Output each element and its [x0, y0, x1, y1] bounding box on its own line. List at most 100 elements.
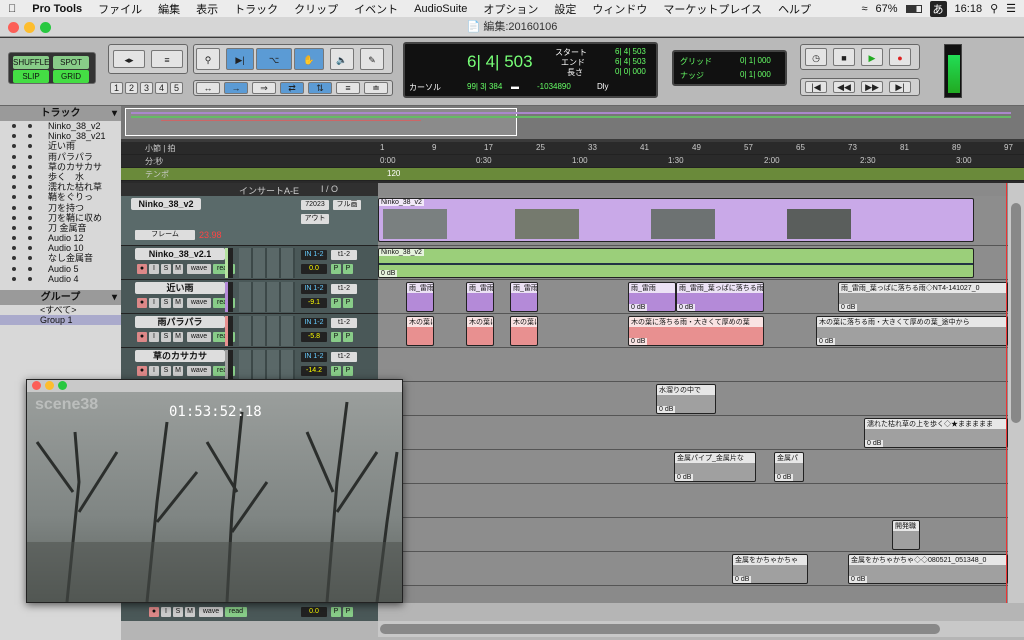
track-show-dot[interactable] [12, 205, 16, 210]
insert-slots[interactable] [239, 248, 295, 278]
zoom-preset-3[interactable]: 3 [140, 82, 153, 94]
fast-forward-icon[interactable]: ▶▶ [861, 81, 883, 93]
menu-audiosuite[interactable]: AudioSuite [406, 3, 475, 15]
zoomer-tool-icon[interactable]: ⚲ [196, 48, 220, 70]
audio-lane-3[interactable]: 木の葉に落ちる雨・大きくて厚めの葉 木の葉に落ちる雨・大きくて厚めの葉 木の葉に… [378, 314, 1008, 348]
track-show-dot[interactable] [12, 185, 16, 190]
horizontal-scroll-thumb[interactable] [380, 624, 940, 634]
track-name[interactable]: 近い雨 [135, 282, 225, 294]
input-select[interactable]: IN 1-2 [301, 352, 327, 362]
rtz-icon[interactable]: |◀ [805, 81, 827, 93]
minimize-video-button[interactable] [45, 381, 54, 390]
audio-clip[interactable]: 金属パ 0 dB [774, 452, 804, 482]
pan-right[interactable]: P [343, 264, 353, 274]
pan-left[interactable]: P [331, 366, 341, 376]
main-counter-value[interactable]: 6| 4| 503 [467, 52, 533, 72]
menu-marketplace[interactable]: マーケットプレイス [655, 1, 770, 17]
min-sec-ruler[interactable]: 分:秒 0:00 0:30 1:00 1:30 2:00 2:30 3:00 [121, 155, 1024, 168]
grid-value[interactable]: 0| 1| 000 [740, 56, 771, 65]
audio-clip[interactable]: 開発職 [892, 520, 920, 550]
play-icon[interactable]: ▶ [861, 48, 883, 66]
automation-mode-select[interactable]: read [225, 607, 247, 617]
mute-button[interactable]: M [173, 366, 183, 376]
track-active-dot[interactable] [28, 246, 32, 251]
track-list-item[interactable]: Audio 12 [0, 233, 121, 243]
track-active-dot[interactable] [28, 185, 32, 190]
universe-overview[interactable] [121, 106, 1024, 139]
input-monitor-button[interactable]: I [149, 264, 159, 274]
audio-clip[interactable]: 雨_雷雨 [510, 282, 538, 312]
mirror-midi-icon[interactable]: ⇅ [308, 82, 332, 94]
slip-mode-button[interactable]: SLIP [13, 70, 49, 83]
track-list-item[interactable]: 歩く 水 [0, 172, 121, 182]
audio-track-header[interactable]: Ninko_38_v2.1 ● I S Mwave read IN 1-2 t1-2 0.0 P P [121, 246, 378, 280]
apple-icon[interactable]:  [0, 3, 24, 15]
shuffle-mode-button[interactable]: SHUFFLE [13, 56, 49, 69]
audio-clip[interactable]: 金属をかちゃかちゃ◇◇080521_051348_0 0 dB [848, 554, 1008, 584]
audio-clip[interactable]: 水溜りの中で 0 dB [656, 384, 716, 414]
track-active-dot[interactable] [28, 174, 32, 179]
pan-left[interactable]: P [331, 607, 341, 617]
track-active-dot[interactable] [28, 256, 32, 261]
track-show-dot[interactable] [12, 164, 16, 169]
audio-lane-5[interactable]: 水溜りの中で 0 dB [378, 382, 1008, 416]
trim-tool-icon[interactable]: ▶| [226, 48, 254, 70]
input-method[interactable]: あ [929, 0, 947, 17]
track-list-item[interactable]: 鞘をぐりっ [0, 192, 121, 202]
track-name[interactable]: Ninko_38_v2.1 [135, 248, 225, 260]
track-name[interactable]: Ninko_38_v2 [131, 198, 201, 210]
zoom-video-button[interactable] [58, 381, 67, 390]
zoom-preset-1[interactable]: 1 [110, 82, 123, 94]
track-active-dot[interactable] [28, 225, 32, 230]
selector-tool-icon[interactable]: ⌥ [256, 48, 292, 70]
insertion-follows-playback-icon[interactable]: ⇄ [280, 82, 304, 94]
track-list-item[interactable]: 刀を鞘に収め [0, 213, 121, 223]
timecode-field[interactable]: 72023 [301, 200, 329, 210]
track-list-item[interactable]: Ninko_38_v2 [0, 121, 121, 131]
view-select[interactable]: wave [187, 366, 211, 376]
audio-lane-6[interactable]: 濡れた枯れ草の上を歩く◇★ままままま 0 dB [378, 416, 1008, 450]
record-button[interactable]: ● [137, 298, 147, 308]
zoom-window-button[interactable] [40, 22, 51, 33]
solo-button[interactable]: S [161, 332, 171, 342]
output-select[interactable]: t1-2 [331, 250, 357, 260]
vertical-scrollbar[interactable] [1008, 183, 1024, 603]
menu-event[interactable]: イベント [346, 1, 406, 17]
insert-slots[interactable] [239, 316, 295, 346]
minimize-window-button[interactable] [24, 22, 35, 33]
volume-value[interactable]: 0.0 [301, 607, 327, 617]
track-list-item[interactable]: 雨パラパラ [0, 152, 121, 162]
record-button[interactable]: ● [137, 264, 147, 274]
groups-menu-icon[interactable]: ▾ [112, 290, 117, 305]
group-item-all[interactable]: <すべて> [0, 305, 121, 315]
audio-track-header[interactable]: 雨パラパラ ● I S Mwave read IN 1-2 t1-2 -5.8 P P [121, 314, 378, 348]
go-to-end-icon[interactable]: ▶| [889, 81, 911, 93]
track-active-dot[interactable] [28, 276, 32, 281]
track-list-item[interactable]: 近い雨 [0, 141, 121, 151]
track-list-item[interactable]: 濡れた枯れ草 [0, 182, 121, 192]
track-list-item[interactable]: なし金属音 [0, 253, 121, 263]
volume-value[interactable]: -5.8 [301, 332, 327, 342]
end-value[interactable]: 6| 4| 503 [615, 57, 646, 66]
mute-button[interactable]: M [173, 332, 183, 342]
audio-clip[interactable]: 雨_雷雨 0 dB [628, 282, 676, 312]
full-quality-button[interactable]: フル画 [333, 200, 361, 210]
audio-lane-2[interactable]: 雨_雷雨 雨_雷雨 雨_雷雨 雨_雷雨 0 dB 雨_雷雨_葉っぱに落ちる雨 0 d… [378, 280, 1008, 314]
horizontal-scrollbar[interactable] [378, 621, 1024, 637]
insert-slots[interactable] [239, 350, 295, 380]
track-active-dot[interactable] [28, 266, 32, 271]
audio-lane-4[interactable] [378, 348, 1008, 382]
track-active-dot[interactable] [28, 205, 32, 210]
stop-icon[interactable]: ■ [833, 48, 855, 66]
menu-window[interactable]: ウィンドウ [584, 1, 655, 17]
zoom-preset-5[interactable]: 5 [170, 82, 183, 94]
zoom-preset-2[interactable]: 2 [125, 82, 138, 94]
menu-track[interactable]: トラック [226, 1, 286, 17]
delay-compensation[interactable]: Dly [597, 82, 609, 91]
audio-clip[interactable]: 木の葉に落ちる雨・大きくて厚めの葉 [466, 316, 494, 346]
track-list-item[interactable]: Audio 10 [0, 243, 121, 253]
length-value[interactable]: 0| 0| 000 [615, 67, 646, 76]
battery-icon[interactable] [905, 4, 922, 13]
menu-app[interactable]: Pro Tools [24, 3, 90, 15]
vertical-zoom-icon[interactable]: ≡ [151, 50, 183, 68]
